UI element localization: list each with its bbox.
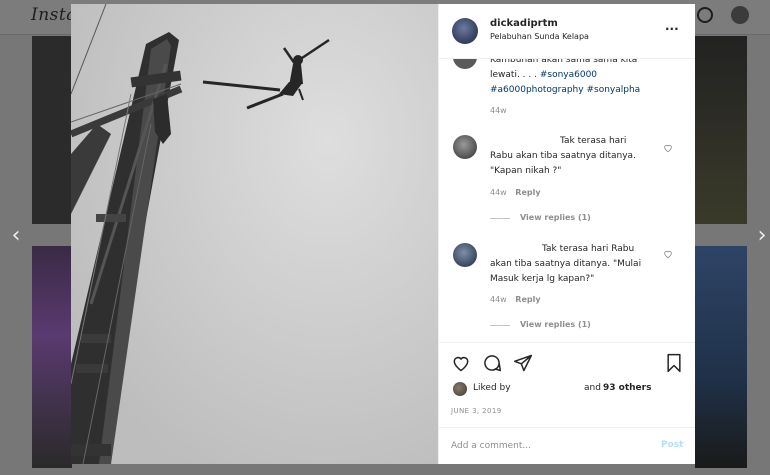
caption-text: Kambuhan akan sama sama kita lewati. . .… — [490, 59, 690, 98]
comment-line: Rabu akan tiba saatnya ditanya. — [490, 151, 636, 161]
comment-text: Tak terasa hari Rabu akan tiba saatnya d… — [490, 242, 670, 287]
hashtag-link[interactable]: #a6000photography — [490, 85, 584, 95]
previous-post-arrow-icon[interactable]: ‹ — [6, 224, 26, 248]
comment-timestamp: 44w — [490, 188, 507, 197]
post-comment-button[interactable]: Post — [661, 440, 683, 450]
grid-thumbnail — [695, 246, 747, 468]
add-comment-bar: Post — [439, 427, 695, 466]
photo-illustration — [71, 4, 438, 464]
comment-line: "Kapan nikah ?" — [490, 166, 562, 176]
likes-count-link[interactable]: 93 others — [603, 383, 651, 393]
post-modal: dickadiprtm Pelabuhan Sunda Kelapa ··· K… — [71, 4, 695, 464]
like-comment-heart-icon[interactable] — [663, 143, 673, 153]
grid-thumbnail — [32, 36, 72, 224]
comments-list[interactable]: Kambuhan akan sama sama kita lewati. . .… — [439, 59, 695, 342]
heart-nav-icon — [697, 7, 713, 23]
caption-avatar[interactable] — [453, 59, 477, 69]
post-photo — [71, 4, 438, 464]
add-comment-input[interactable] — [451, 438, 641, 454]
comment-bubble-icon[interactable] — [482, 353, 502, 373]
liker-avatar[interactable] — [453, 382, 467, 396]
author-avatar[interactable] — [452, 18, 478, 44]
post-side-panel: dickadiprtm Pelabuhan Sunda Kelapa ··· K… — [438, 4, 695, 464]
comment-text: Tak terasa hari Rabu akan tiba saatnya d… — [490, 134, 670, 179]
caption-line: lewati. . . . — [490, 70, 537, 80]
comment-timestamp: 44w — [490, 295, 507, 304]
comment-meta: 44w Reply — [490, 188, 541, 197]
profile-avatar-nav — [731, 6, 749, 24]
post-header: dickadiprtm Pelabuhan Sunda Kelapa ··· — [439, 4, 695, 59]
comment-line: akan tiba saatnya ditanya. "Mulai — [490, 259, 642, 269]
hashtag-link[interactable]: #sonyalpha — [586, 85, 640, 95]
instagram-logo: Insta — [31, 5, 77, 25]
next-post-arrow-icon[interactable]: › — [752, 224, 770, 248]
commenter-avatar[interactable] — [453, 135, 477, 159]
comment-line: Tak terasa hari Rabu — [542, 244, 635, 254]
liked-by-label: Liked by — [473, 383, 511, 393]
post-location[interactable]: Pelabuhan Sunda Kelapa — [490, 32, 589, 41]
author-username[interactable]: dickadiprtm — [490, 18, 558, 29]
comment-meta: 44w Reply — [490, 295, 541, 304]
more-options-icon[interactable]: ··· — [665, 22, 679, 36]
caption-line: Kambuhan akan sama sama kita — [490, 59, 638, 65]
share-paper-plane-icon[interactable] — [513, 353, 533, 373]
post-date[interactable]: JUNE 3, 2019 — [451, 407, 502, 415]
comment-line: Tak terasa hari — [560, 136, 627, 146]
view-replies-line — [490, 325, 510, 326]
likes-summary: Liked by and 93 others — [451, 380, 691, 398]
comment-line: Masuk kerja lg kapan?" — [490, 274, 595, 284]
view-replies-button[interactable]: View replies (1) — [520, 213, 591, 222]
like-heart-icon[interactable] — [451, 353, 471, 373]
view-replies-line — [490, 218, 510, 219]
likes-and-label: and — [584, 383, 601, 393]
grid-thumbnail — [695, 36, 747, 224]
caption-timestamp: 44w — [490, 106, 507, 115]
grid-thumbnail — [32, 246, 72, 468]
reply-button[interactable]: Reply — [515, 188, 540, 197]
hashtag-link[interactable]: #sonya6000 — [540, 70, 597, 80]
view-replies-button[interactable]: View replies (1) — [520, 320, 591, 329]
save-bookmark-icon[interactable] — [665, 353, 683, 373]
commenter-avatar[interactable] — [453, 243, 477, 267]
reply-button[interactable]: Reply — [515, 295, 540, 304]
like-comment-heart-icon[interactable] — [663, 249, 673, 259]
post-actions: Liked by and 93 others JUNE 3, 2019 Post — [439, 342, 695, 465]
